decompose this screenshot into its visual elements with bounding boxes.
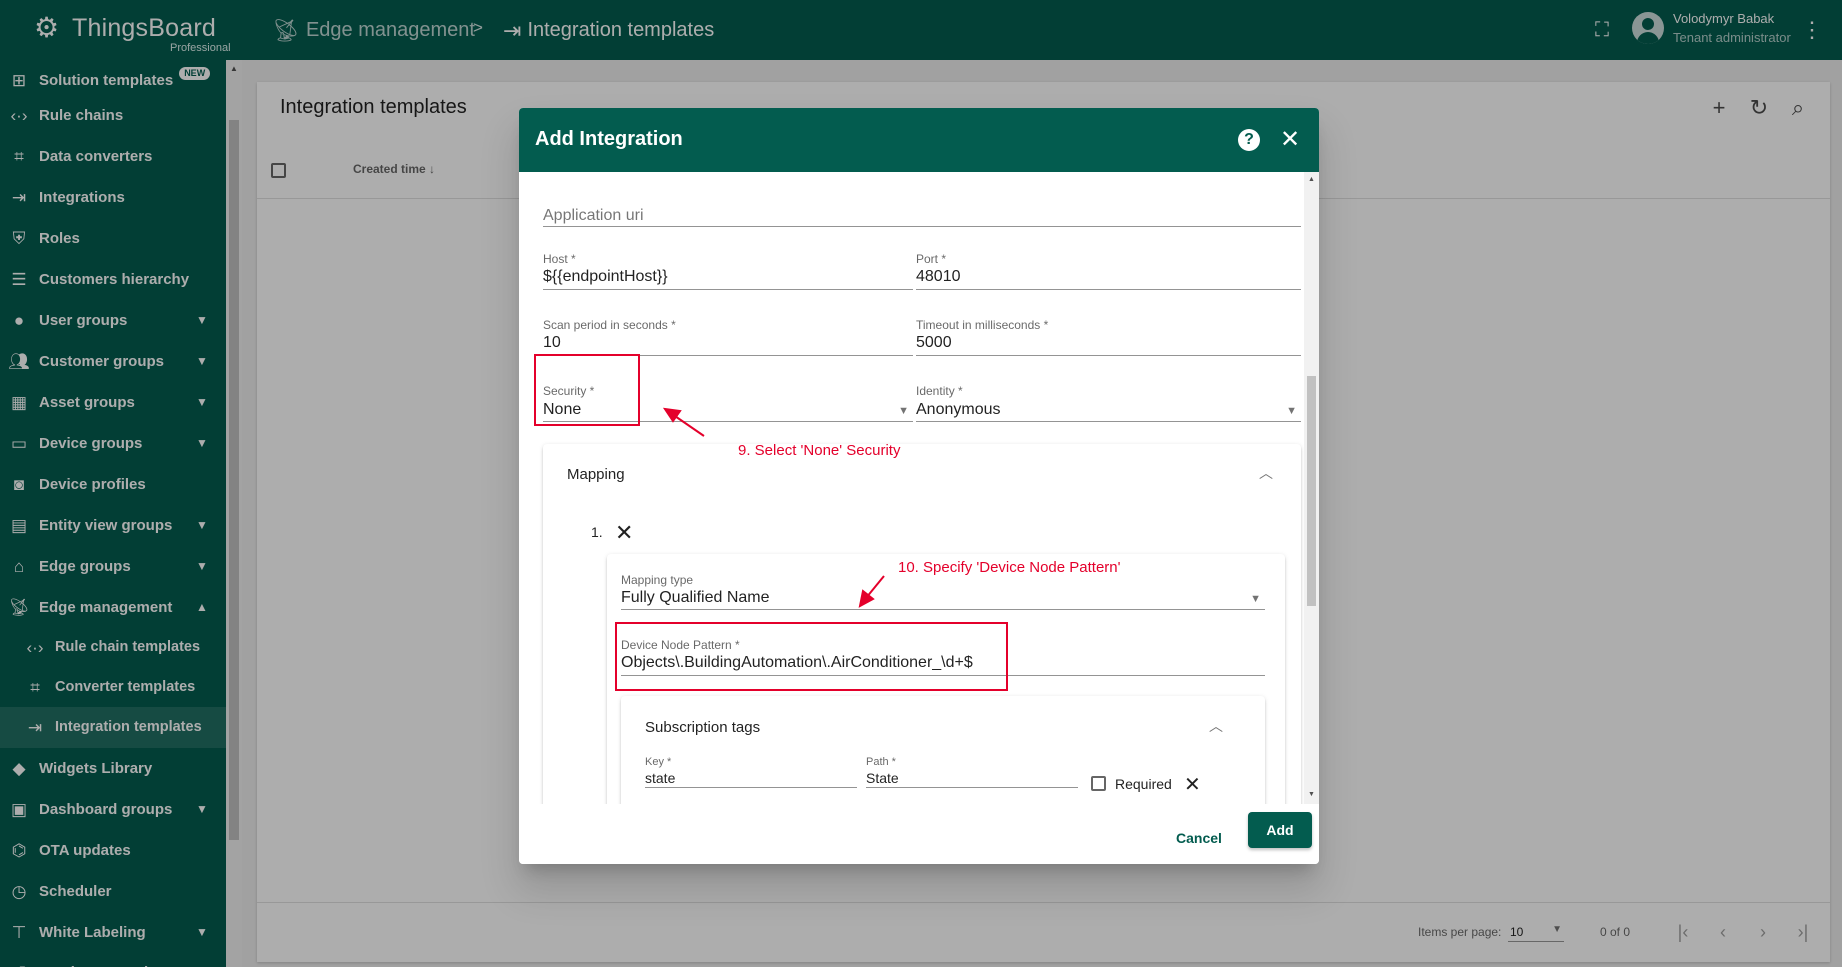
dialog-header: Add Integration ? ✕ [519, 108, 1319, 172]
tag-path-label: Path * [866, 756, 896, 768]
dialog-scrollbar[interactable]: ▲ ▼ [1304, 172, 1319, 804]
mapping-type-value: Fully Qualified Name [621, 589, 770, 606]
mapping-title: Mapping [567, 466, 625, 483]
dialog-title: Add Integration [535, 128, 683, 150]
annotation-step-9: 9. Select 'None' Security [738, 442, 901, 459]
tag-key-input[interactable]: Key * state [645, 746, 857, 788]
required-label: Required [1115, 776, 1172, 792]
port-value: 48010 [916, 268, 961, 285]
identity-label: Identity * [916, 384, 963, 398]
dropdown-arrow-icon: ▼ [898, 405, 909, 417]
scroll-up-icon[interactable]: ▲ [1308, 176, 1315, 183]
chevron-up-icon[interactable]: ︿ [1259, 463, 1273, 483]
tag-key-value: state [645, 770, 676, 786]
remove-tag-icon[interactable]: ✕ [1184, 774, 1201, 796]
help-icon[interactable]: ? [1238, 129, 1260, 151]
scrollbar-thumb[interactable] [1307, 376, 1316, 606]
dialog-actions: Cancel Add [519, 804, 1319, 864]
dropdown-arrow-icon: ▼ [1250, 593, 1261, 605]
tag-key-label: Key * [645, 756, 672, 768]
security-highlight-box [534, 354, 640, 426]
host-label: Host * [543, 252, 576, 266]
application-uri-input[interactable]: Application uri [543, 172, 1301, 227]
host-value: ${{endpointHost}} [543, 268, 668, 285]
host-input[interactable]: Host * ${{endpointHost}} [543, 237, 913, 290]
tag-path-value: State [866, 770, 899, 786]
chevron-up-icon[interactable]: ︿ [1209, 716, 1223, 736]
dialog-content: Application uri Host * ${{endpointHost}}… [519, 172, 1319, 804]
tag-path-input[interactable]: Path * State [866, 746, 1078, 788]
scroll-down-icon[interactable]: ▼ [1308, 791, 1315, 798]
mapping-type-label: Mapping type [621, 573, 694, 587]
add-button[interactable]: Add [1248, 812, 1312, 848]
port-input[interactable]: Port * 48010 [916, 237, 1301, 290]
add-integration-dialog: Add Integration ? ✕ Application uri Host… [519, 108, 1319, 864]
cancel-button[interactable]: Cancel [1155, 820, 1243, 856]
application-uri-placeholder: Application uri [543, 207, 644, 224]
annotation-step-10: 10. Specify 'Device Node Pattern' [898, 559, 1121, 576]
scan-period-input[interactable]: Scan period in seconds * 10 [543, 303, 913, 356]
identity-select[interactable]: Identity * Anonymous ▼ [916, 368, 1301, 422]
required-checkbox[interactable] [1091, 776, 1106, 791]
remove-mapping-icon[interactable]: ✕ [615, 522, 633, 544]
timeout-value: 5000 [916, 334, 952, 351]
dropdown-arrow-icon: ▼ [1286, 405, 1297, 417]
scan-period-value: 10 [543, 334, 561, 351]
mapping-entry-number: 1. [591, 524, 603, 540]
identity-value: Anonymous [916, 401, 1001, 418]
port-label: Port * [916, 252, 947, 266]
device-node-pattern-highlight-box [615, 622, 1008, 691]
scan-period-label: Scan period in seconds * [543, 318, 676, 332]
subscription-tags-panel: Subscription tags ︿ Key * state Path * S… [621, 696, 1265, 804]
close-icon[interactable]: ✕ [1277, 125, 1303, 155]
timeout-label: Timeout in milliseconds * [916, 318, 1049, 332]
timeout-input[interactable]: Timeout in milliseconds * 5000 [916, 303, 1301, 356]
subscription-tags-title: Subscription tags [645, 719, 761, 736]
